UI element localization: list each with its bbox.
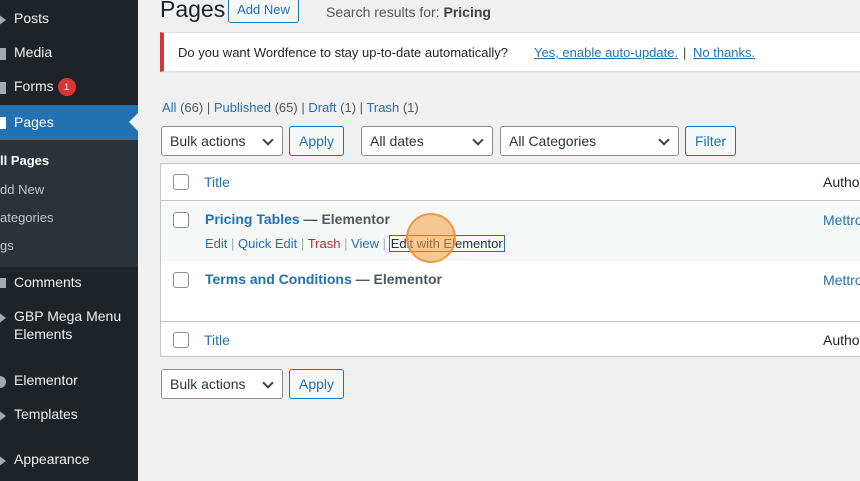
edit-link[interactable]: Edit <box>205 236 227 251</box>
sidebar-item-media[interactable]: Media <box>0 44 138 64</box>
submenu-add-new[interactable]: dd New <box>0 182 44 197</box>
media-icon <box>0 48 6 60</box>
view-draft-link[interactable]: Draft (1) <box>308 100 356 115</box>
sidebar-item-label: Pages <box>14 114 54 130</box>
page-title-link[interactable]: Pricing Tables <box>205 211 300 227</box>
apply-button-bottom[interactable]: Apply <box>289 369 344 399</box>
sidebar-item-label: Comments <box>14 274 82 290</box>
apply-button[interactable]: Apply <box>289 126 344 156</box>
sidebar-item-label: Media <box>14 44 53 60</box>
sidebar-item-gbp-mega-menu[interactable]: GBP Mega Menu Elements <box>0 308 138 348</box>
notice-separator: | <box>683 45 687 60</box>
current-arrow <box>129 113 138 131</box>
comments-icon <box>0 278 6 288</box>
notification-badge: 1 <box>57 78 76 96</box>
sidebar-item-templates[interactable]: Templates <box>0 406 138 426</box>
pages-submenu: ll Pages dd New ategories gs <box>0 140 138 267</box>
no-thanks-link[interactable]: No thanks. <box>693 45 755 60</box>
search-results-label: Search results for: Pricing <box>326 4 491 20</box>
view-link[interactable]: View <box>351 236 379 251</box>
row-checkbox[interactable] <box>173 212 189 228</box>
pages-icon <box>0 117 6 129</box>
notice-text: Do you want Wordfence to stay up-to-date… <box>178 45 508 60</box>
sidebar-item-appearance[interactable]: Appearance <box>0 451 138 471</box>
search-term: Pricing <box>443 4 491 20</box>
chevron-down-icon <box>472 134 484 146</box>
elementor-icon <box>0 376 6 388</box>
templates-icon <box>0 411 6 421</box>
post-state: — Elementor <box>351 271 442 287</box>
select-all-checkbox[interactable] <box>173 174 189 190</box>
chevron-down-icon <box>262 377 274 389</box>
admin-sidebar: Posts Media Forms 1 Pages ll Pages dd New… <box>0 0 138 481</box>
click-highlight <box>406 213 456 263</box>
table-row: Pricing Tables — Elementor Edit | Quick … <box>161 201 860 261</box>
add-new-button[interactable]: Add New <box>228 0 299 23</box>
sidebar-item-label: Templates <box>14 406 78 422</box>
pin-icon <box>0 15 6 25</box>
column-author-header: Autho <box>823 174 860 190</box>
main-content: Pages Add New Search results for: Pricin… <box>138 0 860 481</box>
sidebar-item-label: GBP Mega Menu <box>14 308 122 324</box>
enable-auto-update-link[interactable]: Yes, enable auto-update. <box>534 45 678 60</box>
bulk-actions-select[interactable]: Bulk actions <box>161 126 283 156</box>
sidebar-item-label: Appearance <box>14 451 90 467</box>
sidebar-item-label: Elementor <box>14 372 78 388</box>
submenu-tags[interactable]: gs <box>0 238 14 253</box>
sidebar-item-comments[interactable]: Comments <box>0 274 138 294</box>
view-all-link[interactable]: All (66) <box>162 100 203 115</box>
table-footer-row: Title Autho <box>161 321 860 357</box>
categories-select[interactable]: All Categories <box>500 126 679 156</box>
author-link[interactable]: Mettro <box>823 212 860 228</box>
sidebar-item-pages[interactable]: Pages <box>0 105 138 140</box>
column-author-footer: Autho <box>823 332 860 348</box>
submenu-all-pages[interactable]: ll Pages <box>0 153 49 168</box>
quick-edit-link[interactable]: Quick Edit <box>238 236 297 251</box>
submenu-categories[interactable]: ategories <box>0 210 53 225</box>
author-link[interactable]: Mettro <box>823 272 860 288</box>
bulk-actions-select-bottom[interactable]: Bulk actions <box>161 369 283 399</box>
sidebar-item-elementor[interactable]: Elementor <box>0 372 138 392</box>
column-title-footer[interactable]: Title <box>204 332 230 348</box>
wordfence-notice: Do you want Wordfence to stay up-to-date… <box>160 32 860 72</box>
post-state: — Elementor <box>299 211 390 227</box>
trash-link[interactable]: Trash <box>308 236 341 251</box>
dates-select[interactable]: All dates <box>361 126 493 156</box>
view-published-link[interactable]: Published (65) <box>214 100 298 115</box>
page-title: Pages <box>160 0 226 22</box>
column-title-header[interactable]: Title <box>204 174 230 190</box>
view-filters: All (66) | Published (65) | Draft (1) | … <box>162 100 419 115</box>
sidebar-item-label-line2: Elements <box>14 326 73 342</box>
row-actions: Edit | Quick Edit | Trash | View | Edit … <box>205 235 505 252</box>
sidebar-item-label: Posts <box>14 10 50 26</box>
chevron-down-icon <box>658 134 670 146</box>
page-title-link[interactable]: Terms and Conditions <box>205 271 352 287</box>
gbp-icon <box>0 313 6 323</box>
select-all-checkbox[interactable] <box>173 332 189 348</box>
appearance-icon <box>0 456 6 466</box>
sidebar-item-forms[interactable]: Forms 1 <box>0 78 138 100</box>
filter-button[interactable]: Filter <box>685 126 736 156</box>
row-checkbox[interactable] <box>173 272 189 288</box>
table-row: Terms and Conditions — Elementor Mettro <box>161 261 860 321</box>
view-trash-link[interactable]: Trash (1) <box>366 100 418 115</box>
chevron-down-icon <box>262 134 274 146</box>
sidebar-item-label: Forms <box>14 78 54 94</box>
table-header-row: Title Autho <box>161 164 860 201</box>
forms-icon <box>0 82 6 94</box>
pages-table: Title Autho Pricing Tables — Elementor E… <box>160 163 860 357</box>
sidebar-item-posts[interactable]: Posts <box>0 10 138 30</box>
